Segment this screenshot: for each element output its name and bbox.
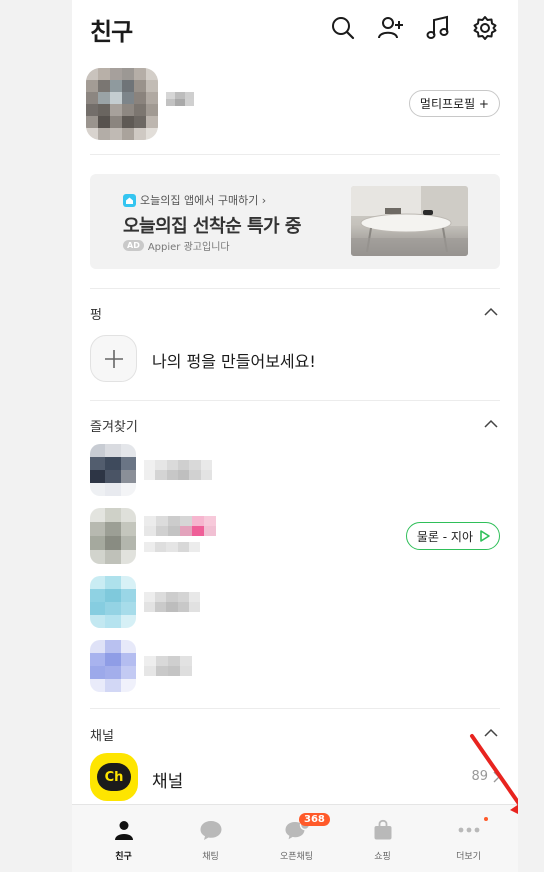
tab-label: 더보기: [456, 852, 481, 862]
profile-music-button[interactable]: 물론 - 지아: [405, 522, 500, 550]
friend-name-redacted: [144, 460, 212, 480]
ad-image: [351, 186, 468, 256]
tab-more[interactable]: 더보기: [424, 805, 513, 872]
music-icon[interactable]: [424, 14, 452, 42]
new-indicator-dot: [484, 817, 488, 821]
multi-profile-button[interactable]: 멀티프로필 +: [408, 90, 500, 117]
more-icon: [456, 817, 482, 843]
channel-count: 89: [471, 769, 500, 784]
create-story-text[interactable]: 나의 펑을 만들어보세요!: [152, 348, 316, 372]
friend-avatar: [90, 444, 136, 496]
my-profile-row[interactable]: 멀티프로필 +: [72, 62, 518, 150]
chevron-up-icon[interactable]: [484, 419, 498, 429]
ad-brand: 오늘의집 앱에서 구매하기 ›: [123, 192, 266, 208]
friend-avatar: [90, 508, 136, 564]
search-icon[interactable]: [329, 14, 357, 42]
person-icon: [111, 817, 137, 843]
my-profile-name-redacted: [166, 92, 194, 106]
plus-icon: [104, 349, 123, 368]
chevron-up-icon[interactable]: [484, 307, 498, 317]
ad-sponsor-text: Appier 광고입니다: [147, 242, 230, 253]
friend-avatar: [90, 576, 136, 628]
ad-banner[interactable]: 오늘의집 앱에서 구매하기 › 오늘의집 선착순 특가 중 AD Appier …: [90, 174, 500, 269]
bottom-tab-bar: 친구 채팅 368 오픈채팅 쇼핑 더보기: [72, 804, 518, 872]
channel-logo-text: Ch: [97, 763, 131, 791]
favorite-friend-row[interactable]: [72, 440, 518, 500]
ad-brand-text: 오늘의집 앱에서 구매하기 ›: [140, 194, 267, 207]
create-story-button[interactable]: [90, 335, 137, 382]
my-profile-avatar: [86, 68, 158, 140]
tab-shopping[interactable]: 쇼핑: [338, 805, 427, 872]
kakaotalk-friends-screen: 친구 멀티프로필 + 오늘의집 앱에서 구매하기 › 오늘의집 선착순 특가 중…: [72, 0, 518, 872]
tab-friends[interactable]: 친구: [79, 805, 168, 872]
channel-logo-icon: Ch: [90, 753, 138, 801]
tab-label: 쇼핑: [374, 852, 391, 862]
chevron-right-icon: [493, 771, 500, 782]
tab-label: 오픈채팅: [279, 852, 314, 862]
unread-badge: 368: [299, 813, 330, 826]
play-icon: [480, 530, 490, 542]
add-friend-icon[interactable]: [377, 14, 405, 42]
favorite-friend-row[interactable]: [72, 636, 518, 696]
divider: [90, 708, 500, 709]
tab-open-chat[interactable]: 368 오픈채팅: [252, 805, 341, 872]
page-title: 친구: [90, 18, 133, 46]
divider: [90, 154, 500, 155]
ad-headline: 오늘의집 선착순 특가 중: [123, 216, 301, 237]
shopping-bag-icon: [370, 817, 396, 843]
tab-label: 채팅: [202, 852, 219, 862]
tab-label: 친구: [115, 852, 132, 862]
chevron-up-icon[interactable]: [484, 728, 498, 738]
ad-sponsor: AD Appier 광고입니다: [123, 238, 230, 253]
friend-name-redacted: [144, 656, 192, 676]
channel-section-title: 채널: [90, 729, 114, 744]
chat-icon: [198, 817, 224, 843]
favorites-section-title: 즐겨찾기: [90, 420, 138, 435]
friend-status-redacted: [144, 542, 200, 552]
header: 친구: [72, 0, 518, 58]
channel-count-value: 89: [471, 769, 488, 784]
divider: [90, 288, 500, 289]
channel-name: 채널: [152, 772, 184, 792]
story-section-title: 펑: [90, 308, 102, 323]
friend-name-redacted: [144, 592, 200, 612]
channel-row[interactable]: Ch 채널 89: [72, 753, 518, 805]
favorite-friend-row[interactable]: [72, 572, 518, 632]
friend-avatar: [90, 640, 136, 692]
ad-tag: AD: [123, 240, 144, 251]
house-icon: [123, 193, 136, 207]
settings-icon[interactable]: [471, 14, 499, 42]
friend-name-redacted: [144, 516, 216, 536]
tab-chats[interactable]: 채팅: [166, 805, 255, 872]
profile-music-title: 물론 - 지아: [416, 529, 473, 544]
divider: [90, 400, 500, 401]
